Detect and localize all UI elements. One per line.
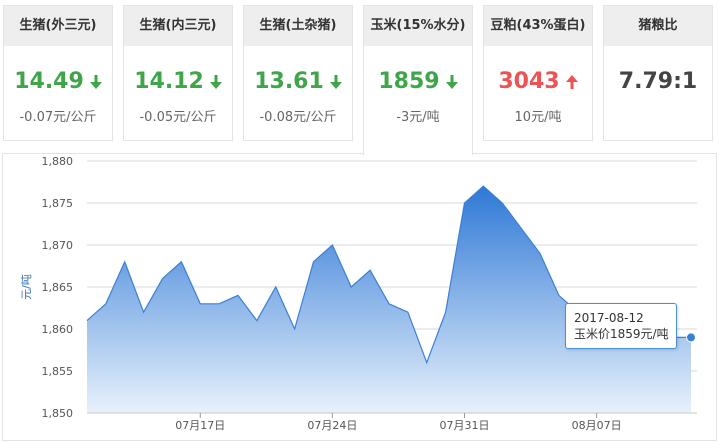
x-tick-label-0: 07月17日 (175, 419, 225, 432)
x-tick-label-3: 08月07日 (572, 419, 622, 432)
card-change-value: -0.07 (19, 110, 54, 125)
chart-tooltip: 2017-08-12 玉米价1859元/吨 (565, 303, 677, 349)
card-title: 生猪(外三元) (4, 6, 112, 46)
card-title: 玉米(15%水分) (364, 6, 472, 46)
card-change-value: -3 (396, 110, 410, 125)
card-price: 1859 (364, 68, 472, 96)
card-price: 3043 (484, 68, 592, 96)
card-title: 猪粮比 (604, 6, 712, 46)
price-card-0[interactable]: 生猪(外三元) 14.49 -0.07元/公斤 (3, 5, 113, 141)
card-change-unit: 元/公斤 (173, 110, 217, 125)
card-price: 13.61 (244, 68, 352, 96)
card-price-value: 3043 (498, 69, 560, 94)
card-change: -3元/吨 (364, 106, 472, 125)
card-title: 生猪(内三元) (124, 6, 232, 46)
y-tick-label-5: 1,875 (42, 197, 74, 210)
arrow-down-icon (209, 75, 222, 89)
card-change-unit: 元/公斤 (53, 110, 97, 125)
card-change-value: 10 (514, 110, 532, 125)
card-change: -0.08元/公斤 (244, 106, 352, 125)
arrow-down-icon (89, 75, 102, 89)
tooltip-date: 2017-08-12 (574, 311, 644, 325)
card-change: 10元/吨 (484, 106, 592, 125)
arrow-up-icon (565, 75, 578, 89)
corn-price-area-chart: 1,850 1,855 1,860 1,865 1,870 1,875 1,880 07月17… (20, 155, 697, 432)
y-tick-label-1: 1,855 (42, 365, 74, 378)
card-price: 14.49 (4, 68, 112, 96)
area-fill (87, 186, 691, 413)
x-tick-label-2: 07月31日 (440, 419, 490, 432)
y-tick-label-6: 1,880 (42, 155, 74, 168)
arrow-down-icon (329, 75, 342, 89)
card-title: 生猪(土杂猪) (244, 6, 352, 46)
price-card-4[interactable]: 豆粕(43%蛋白) 3043 10元/吨 (483, 5, 593, 141)
card-price: 14.12 (124, 68, 232, 96)
card-price-value: 7.79:1 (618, 69, 698, 94)
price-card-3[interactable]: 玉米(15%水分) 1859 -3元/吨 (363, 5, 473, 155)
card-change-unit: 元/吨 (531, 110, 562, 125)
tooltip-label: 玉米价1859元/吨 (574, 327, 669, 341)
x-tick-label-1: 07月24日 (307, 419, 357, 432)
y-axis-label: 元/吨 (20, 274, 33, 300)
price-card-5[interactable]: 猪粮比 7.79:1 (603, 5, 713, 141)
price-chart: 1,850 1,855 1,860 1,865 1,870 1,875 1,880 07月17… (2, 153, 717, 441)
card-price: 7.79:1 (604, 68, 712, 96)
highlight-point (686, 332, 696, 343)
card-price-value: 13.61 (254, 69, 324, 94)
y-tick-label-2: 1,860 (42, 323, 74, 336)
card-price-value: 14.49 (14, 69, 84, 94)
arrow-down-icon (445, 75, 458, 89)
card-change: -0.05元/公斤 (124, 106, 232, 125)
price-card-1[interactable]: 生猪(内三元) 14.12 -0.05元/公斤 (123, 5, 233, 141)
price-card-2[interactable]: 生猪(土杂猪) 13.61 -0.08元/公斤 (243, 5, 353, 141)
card-price-value: 14.12 (134, 69, 204, 94)
y-tick-label-0: 1,850 (42, 407, 74, 420)
card-change-unit: 元/公斤 (293, 110, 337, 125)
card-title: 豆粕(43%蛋白) (484, 6, 592, 46)
card-change: -0.07元/公斤 (4, 106, 112, 125)
card-price-value: 1859 (378, 69, 440, 94)
y-tick-label-3: 1,865 (42, 281, 74, 294)
card-change-value: -0.05 (139, 110, 174, 125)
card-change-unit: 元/吨 (409, 110, 440, 125)
card-change-value: -0.08 (259, 110, 294, 125)
y-tick-label-4: 1,870 (42, 239, 74, 252)
